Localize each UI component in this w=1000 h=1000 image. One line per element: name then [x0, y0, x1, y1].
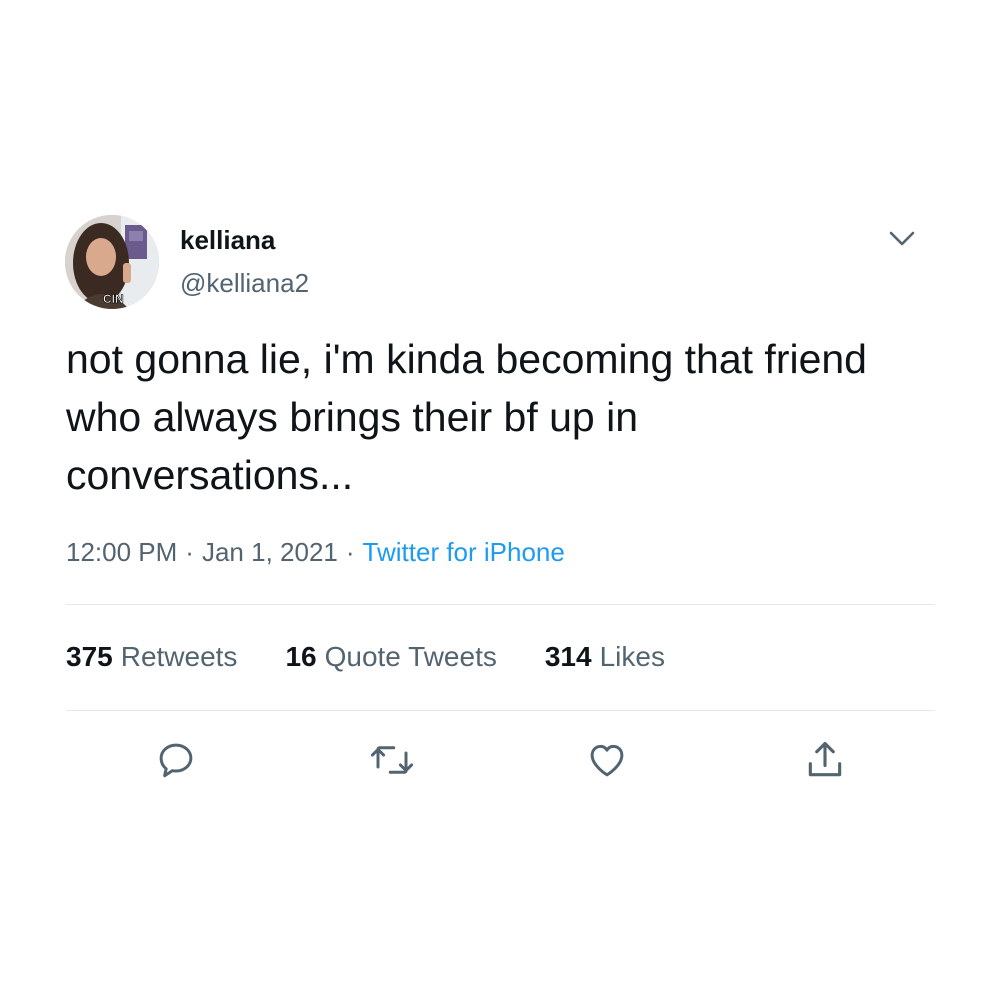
chevron-down-icon [889, 231, 915, 246]
display-name[interactable]: kelliana [180, 225, 275, 255]
more-options-button[interactable] [884, 224, 920, 254]
tweet-meta: 12:00 PM · Jan 1, 2021 · Twitter for iPhone [66, 535, 565, 569]
user-handle[interactable]: @kelliana2 [180, 268, 309, 298]
retweets-count: 375 [66, 641, 113, 672]
retweets-label: Retweets [120, 641, 238, 672]
avatar-image: CIN [65, 215, 159, 309]
avatar-badge: CIN [103, 292, 124, 306]
meta-separator: · [345, 537, 355, 567]
likes-label: Likes [599, 641, 665, 672]
quote-tweets-count: 16 [285, 641, 317, 672]
divider [66, 710, 935, 711]
divider [66, 604, 935, 605]
retweet-button[interactable] [369, 737, 415, 783]
quote-tweets-stat[interactable]: 16 Quote Tweets [285, 640, 496, 674]
tweet-text: not gonna lie, i'm kinda becoming that f… [66, 336, 867, 498]
likes-stat[interactable]: 314 Likes [545, 640, 665, 674]
reply-icon [159, 743, 193, 778]
retweets-stat[interactable]: 375 Retweets [66, 640, 237, 674]
retweet-icon [370, 746, 414, 774]
heart-icon [590, 744, 624, 777]
tweet-source-link[interactable]: Twitter for iPhone [363, 537, 565, 567]
tweet-stats: 375 Retweets 16 Quote Tweets 314 Likes [66, 640, 713, 674]
meta-separator: · [185, 537, 194, 567]
share-icon [808, 741, 842, 777]
tweet-card: CIN kelliana @kelliana2 not gonna lie, i… [0, 0, 1000, 1000]
like-button[interactable] [584, 737, 630, 783]
share-button[interactable] [802, 737, 848, 783]
tweet-time: 12:00 PM [66, 537, 178, 567]
likes-count: 314 [544, 641, 592, 672]
avatar[interactable]: CIN [65, 215, 159, 309]
quote-tweets-label: Quote Tweets [324, 641, 497, 672]
reply-button[interactable] [153, 737, 199, 783]
tweet-actions [0, 737, 1000, 783]
tweet-date[interactable]: Jan 1, 2021 [202, 537, 338, 567]
